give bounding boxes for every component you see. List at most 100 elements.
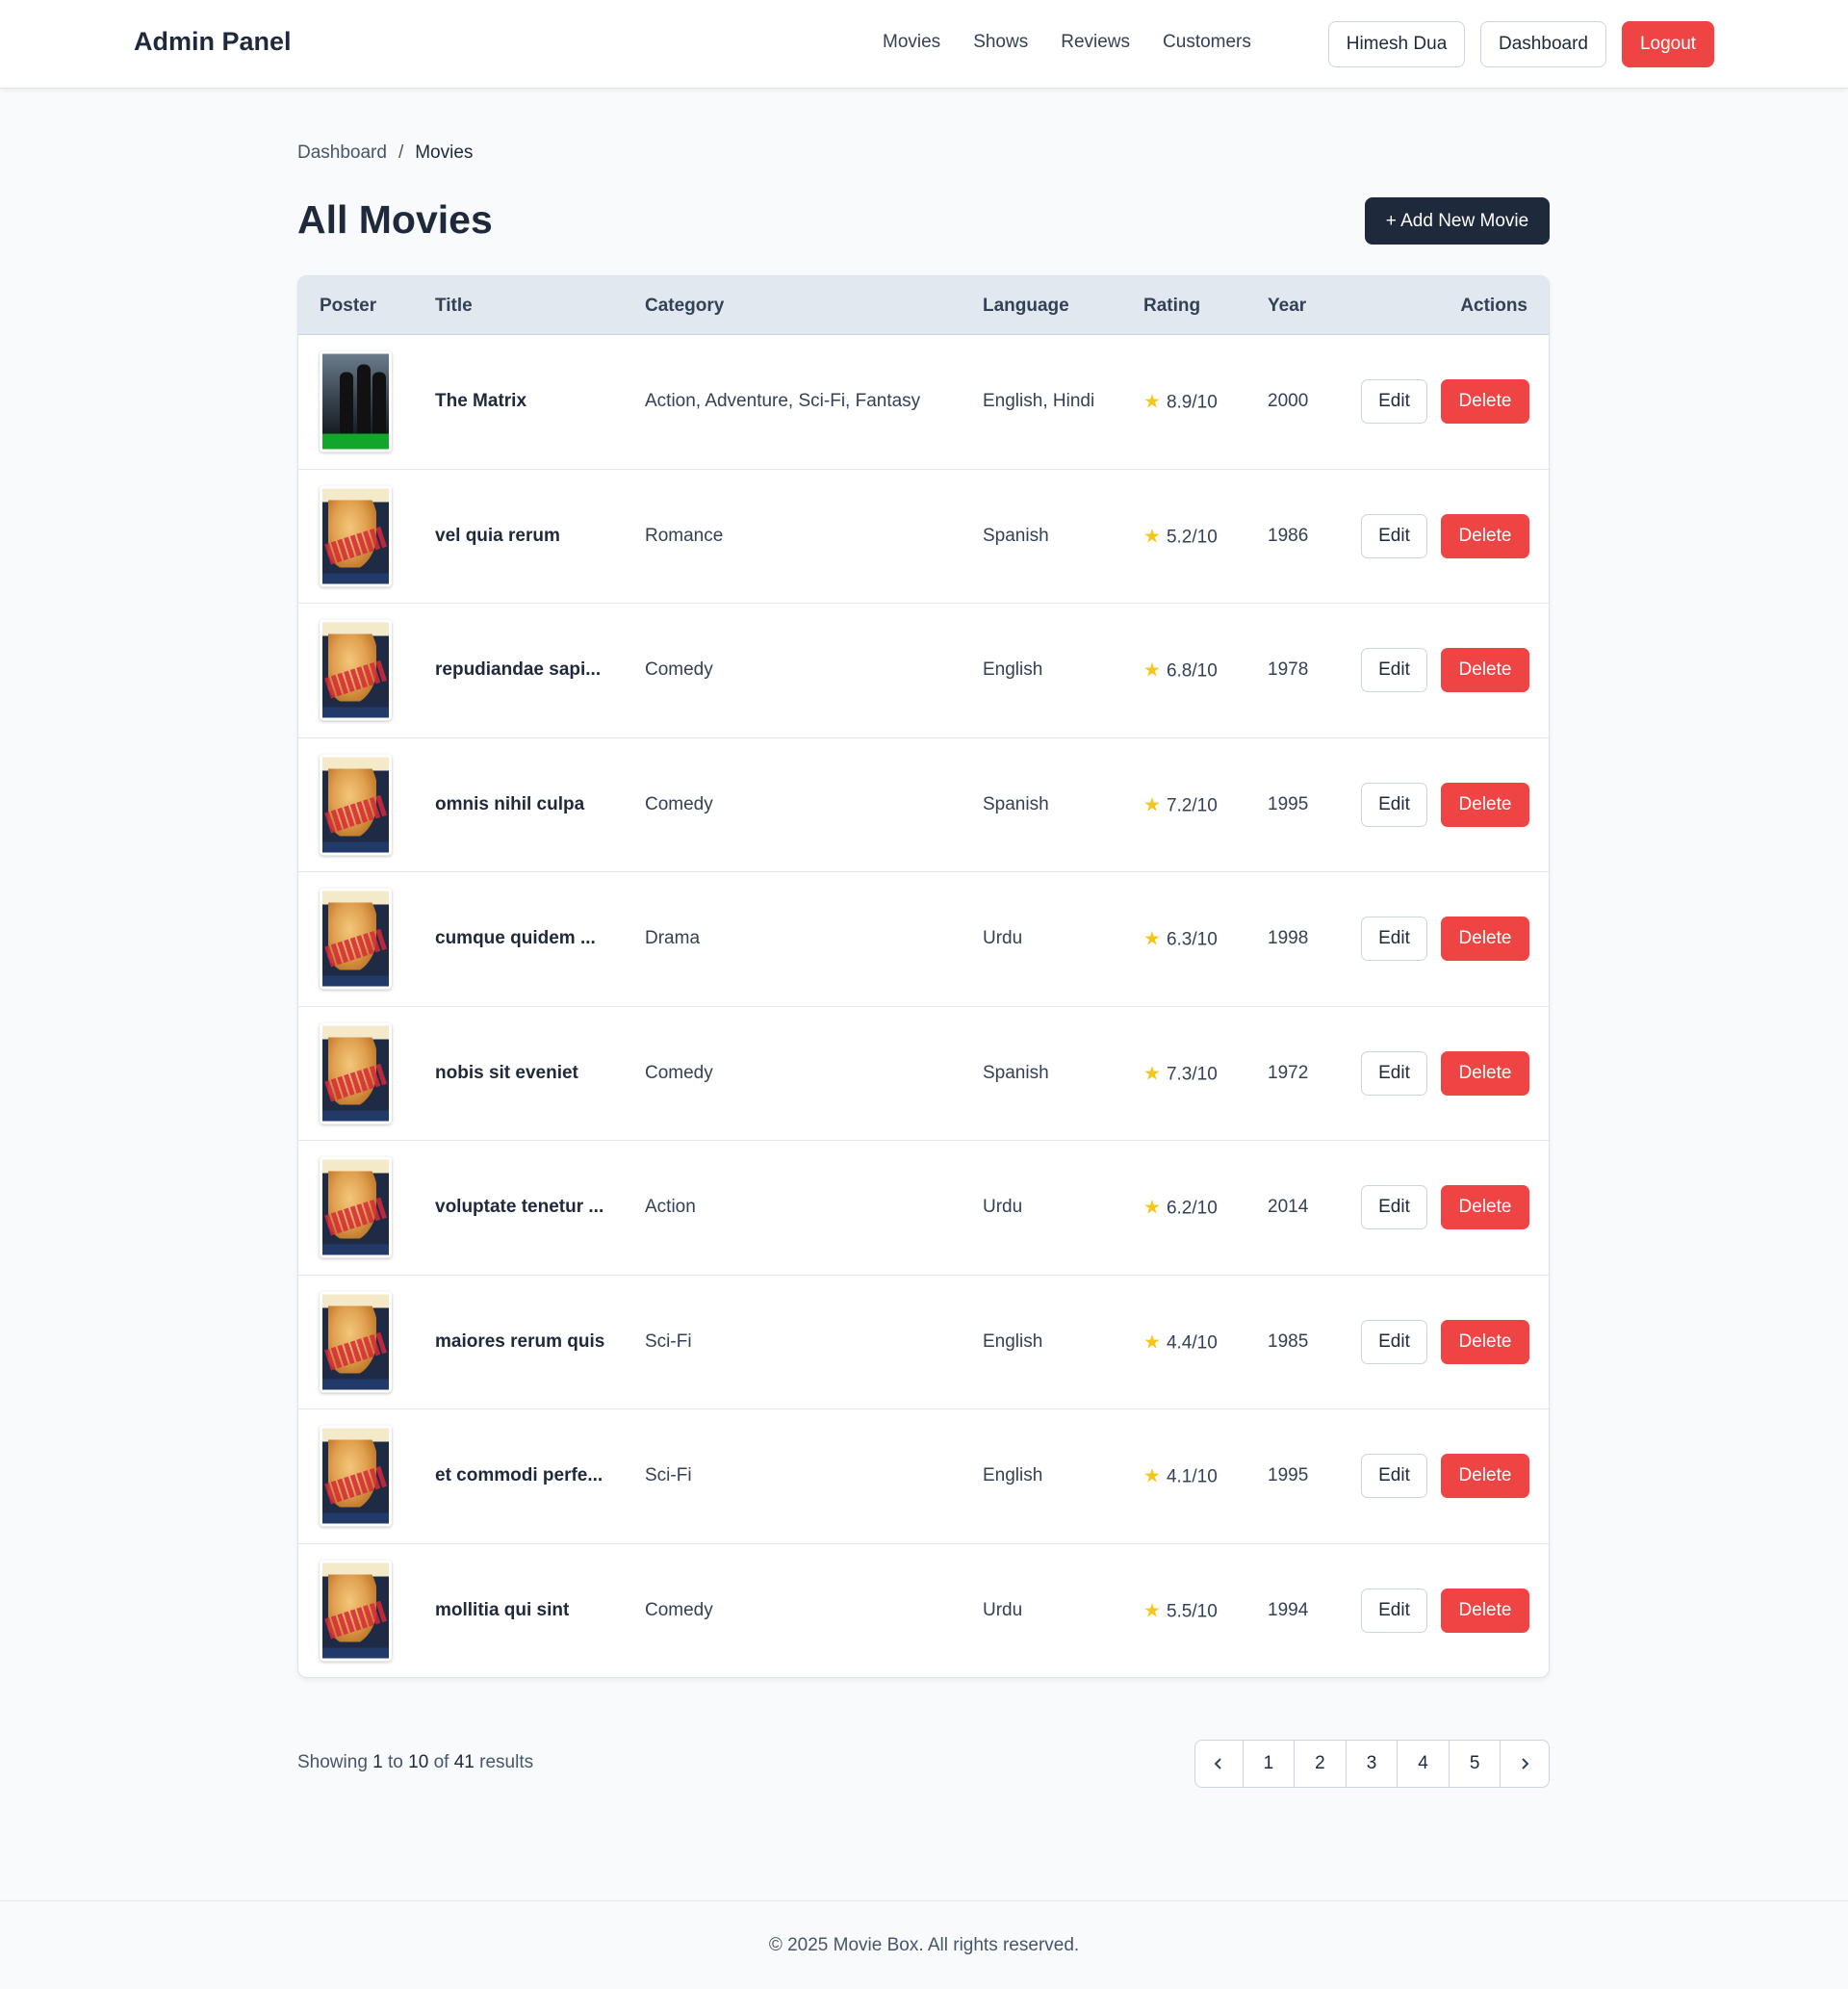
movie-year: 1998 (1268, 928, 1309, 949)
movie-rating: ★ 6.3/10 (1143, 927, 1218, 951)
movie-category: Comedy (645, 659, 713, 681)
movie-rating: ★ 7.3/10 (1143, 1061, 1218, 1085)
edit-movie-button[interactable]: Edit (1361, 917, 1427, 962)
movie-title: vel quia rerum (435, 525, 560, 546)
movie-language: English (983, 1330, 1043, 1352)
movie-rating: ★ 6.2/10 (1143, 1196, 1218, 1220)
pagination-page-2[interactable]: 2 (1295, 1741, 1347, 1787)
logout-button[interactable]: Logout (1622, 21, 1714, 67)
movie-category: Action, Adventure, Sci-Fi, Fantasy (645, 391, 921, 412)
movie-rating: ★ 6.8/10 (1143, 659, 1218, 683)
movie-year: 2014 (1268, 1197, 1309, 1218)
movie-title: et commodi perfe... (435, 1465, 603, 1486)
star-icon: ★ (1143, 1063, 1161, 1085)
movie-rating: ★ 5.2/10 (1143, 524, 1218, 548)
movie-category: Romance (645, 525, 724, 546)
movie-rating-value: 6.3/10 (1166, 929, 1218, 950)
delete-movie-button[interactable]: Delete (1441, 648, 1529, 693)
delete-movie-button[interactable]: Delete (1441, 1319, 1529, 1364)
movie-category: Sci-Fi (645, 1465, 692, 1486)
pagination-page-5[interactable]: 5 (1450, 1741, 1502, 1787)
nav-link-movies[interactable]: Movies (883, 32, 940, 53)
edit-movie-button[interactable]: Edit (1361, 1185, 1427, 1230)
movie-poster-image (320, 754, 392, 856)
movie-poster-image (320, 619, 392, 721)
delete-movie-button[interactable]: Delete (1441, 1454, 1529, 1499)
nav-link-customers[interactable]: Customers (1163, 32, 1251, 53)
movie-title: voluptate tenetur ... (435, 1197, 604, 1218)
chevron-left-icon (1214, 1758, 1222, 1769)
star-icon: ★ (1143, 1197, 1161, 1219)
movie-title: cumque quidem ... (435, 928, 596, 949)
breadcrumb-dashboard-link[interactable]: Dashboard (297, 142, 387, 164)
table-row: The Matrix Action, Adventure, Sci-Fi, Fan… (298, 335, 1549, 470)
movie-rating-value: 7.3/10 (1166, 1064, 1218, 1085)
edit-movie-button[interactable]: Edit (1361, 1454, 1427, 1499)
movie-language: Urdu (983, 928, 1023, 949)
movie-category: Action (645, 1197, 696, 1218)
movie-language: Urdu (983, 1600, 1023, 1621)
delete-movie-button[interactable]: Delete (1441, 782, 1529, 827)
pagination-prev-button[interactable] (1195, 1741, 1244, 1787)
pagination-page-3[interactable]: 3 (1347, 1741, 1399, 1787)
pagination-page-1[interactable]: 1 (1244, 1741, 1296, 1787)
movie-language: English, Hindi (983, 391, 1095, 412)
dashboard-button[interactable]: Dashboard (1480, 21, 1606, 67)
movie-poster-image (320, 1425, 392, 1527)
movie-rating-value: 5.2/10 (1166, 527, 1218, 548)
nav-link-shows[interactable]: Shows (973, 32, 1028, 53)
footer-copyright: © 2025 Movie Box. All rights reserved. (768, 1935, 1080, 1955)
table-row: maiores rerum quis Sci-Fi English ★ 4.4/10 19… (298, 1276, 1549, 1409)
pagination-page-4[interactable]: 4 (1398, 1741, 1450, 1787)
edit-movie-button[interactable]: Edit (1361, 1589, 1427, 1634)
column-header-poster: Poster (320, 296, 377, 316)
movie-year: 1995 (1268, 793, 1309, 814)
showing-prefix: Showing (297, 1752, 368, 1772)
table-body: The Matrix Action, Adventure, Sci-Fi, Fan… (298, 335, 1549, 1678)
user-profile-button[interactable]: Himesh Dua (1328, 21, 1465, 67)
delete-movie-button[interactable]: Delete (1441, 1185, 1529, 1230)
delete-movie-button[interactable]: Delete (1441, 1050, 1529, 1096)
edit-movie-button[interactable]: Edit (1361, 1319, 1427, 1364)
delete-movie-button[interactable]: Delete (1441, 1589, 1529, 1634)
delete-movie-button[interactable]: Delete (1441, 917, 1529, 962)
column-header-language: Language (983, 296, 1069, 316)
breadcrumb-separator: / (398, 142, 404, 163)
delete-movie-button[interactable]: Delete (1441, 379, 1529, 425)
movie-category: Comedy (645, 793, 713, 814)
nav-link-reviews[interactable]: Reviews (1061, 32, 1130, 53)
delete-movie-button[interactable]: Delete (1441, 513, 1529, 558)
movie-title: nobis sit eveniet (435, 1062, 578, 1083)
edit-movie-button[interactable]: Edit (1361, 1050, 1427, 1096)
movie-category: Comedy (645, 1600, 713, 1621)
edit-movie-button[interactable]: Edit (1361, 648, 1427, 693)
column-header-actions: Actions (1460, 296, 1527, 316)
movie-year: 1972 (1268, 1062, 1309, 1083)
movie-year: 1986 (1268, 525, 1309, 546)
edit-movie-button[interactable]: Edit (1361, 513, 1427, 558)
table-row: mollitia qui sint Comedy Urdu ★ 5.5/10 1994 Ed… (298, 1544, 1549, 1678)
movie-rating: ★ 4.4/10 (1143, 1330, 1218, 1354)
movie-year: 1994 (1268, 1600, 1309, 1621)
movie-category: Comedy (645, 1062, 713, 1083)
add-new-movie-button[interactable]: + Add New Movie (1365, 197, 1550, 245)
table-row: cumque quidem ... Drama Urdu ★ 6.3/10 1998 Edi… (298, 872, 1549, 1007)
breadcrumb-current: Movies (415, 142, 474, 163)
movie-poster-image (320, 350, 392, 452)
star-icon: ★ (1143, 794, 1161, 816)
edit-movie-button[interactable]: Edit (1361, 379, 1427, 425)
movie-year: 2000 (1268, 391, 1309, 412)
main-nav: Movies Shows Reviews Customers (883, 32, 1284, 53)
movie-poster-image (320, 1560, 392, 1662)
movie-category: Drama (645, 928, 701, 949)
movie-rating: ★ 8.9/10 (1143, 390, 1218, 414)
edit-movie-button[interactable]: Edit (1361, 782, 1427, 827)
movie-title: omnis nihil culpa (435, 793, 585, 814)
table-row: et commodi perfe... Sci-Fi English ★ 4.1/10 1… (298, 1409, 1549, 1544)
table-header: Poster Title Category Language Rating Ye… (298, 276, 1549, 335)
breadcrumb: Dashboard / Movies (297, 142, 473, 164)
pagination-next-button[interactable] (1501, 1741, 1549, 1787)
column-header-title: Title (435, 296, 473, 316)
table-row: nobis sit eveniet Comedy Spanish ★ 7.3/10 197… (298, 1007, 1549, 1141)
star-icon: ★ (1143, 1600, 1161, 1622)
